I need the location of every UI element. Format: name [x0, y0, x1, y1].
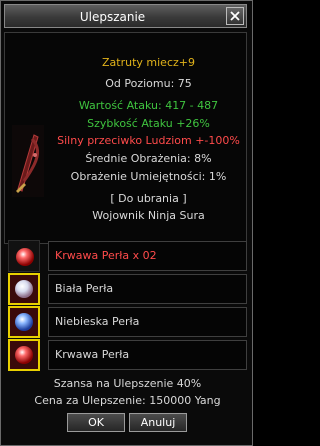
item-level: Od Poziomu: 75 [105, 77, 192, 90]
cancel-button[interactable]: Anuluj [129, 413, 187, 432]
material-slot[interactable] [8, 240, 40, 272]
wear-type: [ Do ubrania ] [110, 192, 187, 205]
material-row[interactable]: Biała Perła [8, 273, 247, 305]
material-name: Niebieska Perła [48, 307, 247, 337]
bonus-vs-humans: Silny przeciwko Ludziom +-100% [57, 134, 240, 147]
material-slot[interactable] [8, 273, 40, 305]
blue-pearl-icon [15, 313, 33, 331]
upgrade-window: Ulepszanie Zatruty miecz+9 Od Poziomu: 7… [0, 0, 253, 446]
close-button[interactable] [226, 7, 244, 25]
material-label: Biała Perła [55, 282, 114, 295]
material-label: Krwawa Perła x 02 [55, 249, 157, 262]
white-pearl-icon [15, 280, 33, 298]
average-damage: Średnie Obrażenia: 8% [85, 152, 212, 165]
sword-icon [12, 125, 44, 197]
item-name: Zatruty miecz+9 [102, 56, 195, 69]
close-icon [230, 11, 240, 21]
material-name: Biała Perła [48, 274, 247, 304]
title-bar[interactable]: Ulepszanie [4, 4, 247, 28]
ok-button[interactable]: OK [67, 413, 125, 432]
skill-damage: Obrażenie Umiejętności: 1% [70, 170, 227, 183]
attack-value: Wartość Ataku: 417 - 487 [78, 99, 219, 112]
material-slot[interactable] [8, 339, 40, 371]
upgrade-chance: Szansa na Ulepszenie 40% [53, 377, 202, 390]
material-name: Krwawa Perła x 02 [48, 241, 247, 271]
material-row[interactable]: Niebieska Perła [8, 306, 247, 338]
material-slot[interactable] [8, 306, 40, 338]
attack-speed: Szybkość Ataku +26% [87, 117, 210, 130]
item-info-panel: Zatruty miecz+9 Od Poziomu: 75 Wartość A… [4, 32, 247, 244]
class-restriction: Wojownik Ninja Sura [92, 209, 205, 222]
material-name: Krwawa Perła [48, 340, 247, 370]
red-pearl-icon [15, 346, 33, 364]
red-pearl-icon [16, 248, 34, 266]
upgrade-cost: Cena za Ulepszenie: 150000 Yang [34, 394, 221, 407]
material-label: Niebieska Perła [55, 315, 140, 328]
material-label: Krwawa Perła [55, 348, 130, 361]
material-row[interactable]: Krwawa Perła x 02 [8, 240, 247, 272]
material-row[interactable]: Krwawa Perła [8, 339, 247, 371]
window-title: Ulepszanie [79, 10, 146, 24]
